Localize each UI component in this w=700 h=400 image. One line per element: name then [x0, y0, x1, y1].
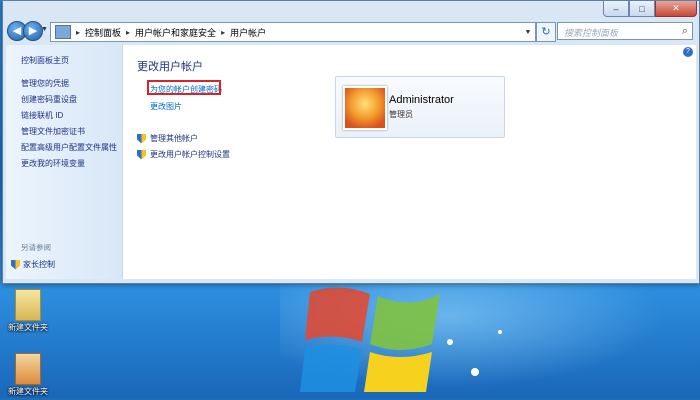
uac-settings-link[interactable]: 更改用户帐户控制设置: [137, 149, 230, 160]
manage-other-accounts-label: 管理其他帐户: [150, 134, 198, 143]
desktop-folder-icon[interactable]: 新建文件夹: [3, 289, 53, 333]
control-panel-window: – □ ✕ ◀ ▶ ▼ ▸ 控制面板 ▸ 用户帐户和家庭安全 ▸ 用户帐户 ▼ …: [2, 0, 700, 284]
sidebar-item-parental-controls[interactable]: 家长控制: [11, 259, 55, 270]
desktop-icon-label: 新建文件夹: [8, 387, 48, 396]
see-also-heading: 另请参阅: [21, 243, 51, 252]
forward-button[interactable]: ▶: [23, 21, 43, 41]
search-icon[interactable]: ⌕: [682, 25, 688, 38]
sidebar-item-environment-variables[interactable]: 更改我的环境变量: [21, 158, 85, 169]
sidebar-item-credentials[interactable]: 管理您的凭据: [21, 78, 69, 89]
folder-icon: [15, 353, 41, 385]
shield-icon: [137, 133, 146, 144]
folder-icon: [15, 289, 41, 321]
control-panel-icon: [55, 25, 71, 39]
chevron-right-icon[interactable]: ▸: [124, 28, 132, 37]
sidebar-item-link-online-id[interactable]: 链接联机 ID: [21, 110, 63, 121]
recent-pages-dropdown-icon[interactable]: ▼: [41, 26, 48, 33]
maximize-button[interactable]: □: [629, 1, 655, 17]
sidebar: 控制面板主页 管理您的凭据 创建密码重设盘 链接联机 ID 管理文件加密证书 配…: [6, 45, 123, 279]
chevron-right-icon[interactable]: ▸: [74, 28, 82, 37]
window-caption-buttons: – □ ✕: [603, 1, 697, 17]
close-button[interactable]: ✕: [655, 1, 697, 17]
breadcrumb-user-accounts[interactable]: 用户帐户: [227, 26, 269, 39]
breadcrumb-control-panel[interactable]: 控制面板: [82, 26, 124, 39]
sidebar-item-encryption-certificates[interactable]: 管理文件加密证书: [21, 126, 85, 137]
parental-controls-label: 家长控制: [23, 260, 55, 269]
account-role: 管理员: [389, 110, 413, 119]
avatar: [343, 86, 387, 130]
uac-settings-label: 更改用户帐户控制设置: [150, 150, 230, 159]
refresh-button[interactable]: ↻: [536, 22, 556, 42]
breadcrumb-user-accounts-family[interactable]: 用户帐户和家庭安全: [132, 26, 219, 39]
shield-icon: [11, 259, 20, 270]
sidebar-item-password-reset-disk[interactable]: 创建密码重设盘: [21, 94, 77, 105]
chevron-right-icon[interactable]: ▸: [219, 28, 227, 37]
address-bar[interactable]: ▸ 控制面板 ▸ 用户帐户和家庭安全 ▸ 用户帐户 ▼: [50, 22, 536, 42]
account-card: Administrator 管理员: [335, 76, 505, 138]
highlight-box: [147, 80, 221, 95]
desktop-folder-icon-2[interactable]: 新建文件夹: [3, 353, 53, 397]
minimize-button[interactable]: –: [603, 1, 629, 17]
help-icon[interactable]: ?: [683, 47, 693, 57]
chevron-down-icon[interactable]: ▼: [521, 29, 535, 36]
search-placeholder: 搜索控制面板: [564, 28, 619, 38]
content-area: 控制面板主页 管理您的凭据 创建密码重设盘 链接联机 ID 管理文件加密证书 配…: [6, 45, 696, 279]
shield-icon: [137, 149, 146, 160]
navigation-bar: ◀ ▶ ▼ ▸ 控制面板 ▸ 用户帐户和家庭安全 ▸ 用户帐户 ▼ ↻ 搜索控制…: [3, 19, 699, 43]
sidebar-item-home[interactable]: 控制面板主页: [21, 55, 69, 66]
change-picture-link[interactable]: 更改图片: [150, 101, 182, 112]
sidebar-item-advanced-profile[interactable]: 配置高级用户配置文件属性: [21, 142, 117, 153]
account-name: Administrator: [389, 94, 454, 106]
search-input[interactable]: 搜索控制面板 ⌕: [557, 22, 693, 40]
desktop-icon-label: 新建文件夹: [8, 323, 48, 332]
windows-logo-icon: [300, 287, 502, 392]
page-title: 更改用户帐户: [137, 61, 203, 73]
manage-other-accounts-link[interactable]: 管理其他帐户: [137, 133, 198, 144]
